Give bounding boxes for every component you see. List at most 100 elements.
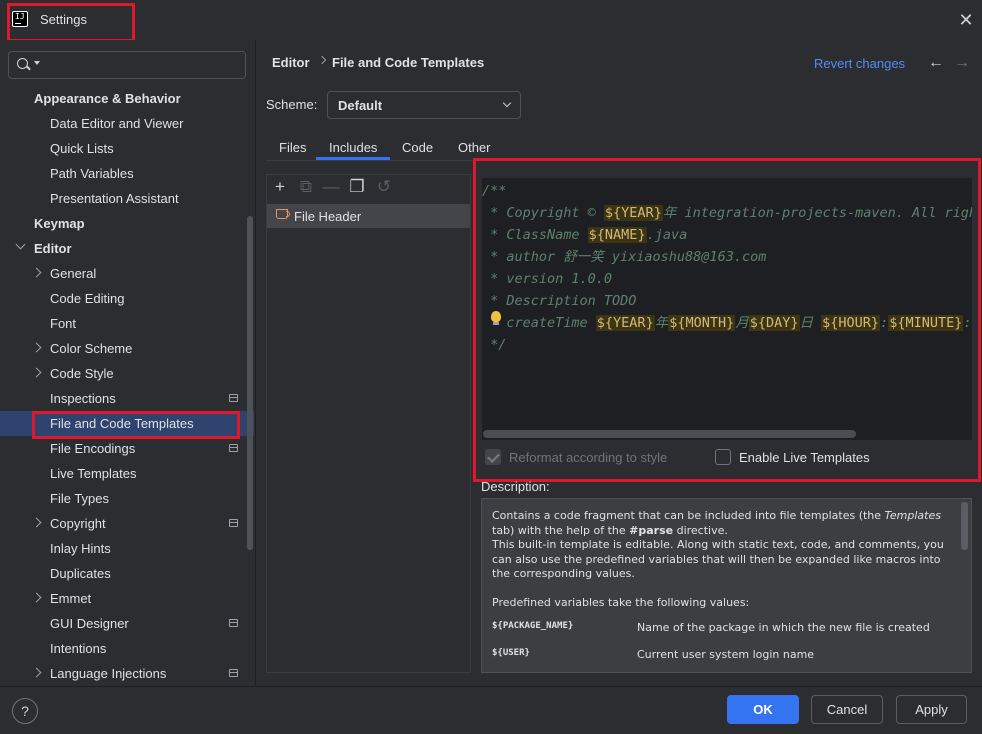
- java-cup-icon: [276, 209, 290, 219]
- live-templates-label: Enable Live Templates: [739, 450, 870, 465]
- sidebar-item-label: Path Variables: [50, 166, 134, 181]
- chevron-right-icon[interactable]: [31, 367, 42, 378]
- reformat-label: Reformat according to style: [509, 450, 668, 465]
- chevron-down-icon[interactable]: [15, 239, 26, 250]
- sidebar-item-code-style[interactable]: Code Style: [0, 361, 254, 386]
- sidebar-scrollbar[interactable]: [247, 216, 253, 550]
- tab-other[interactable]: Other: [458, 140, 491, 155]
- sidebar-item-appearance-behavior[interactable]: Appearance & Behavior: [0, 86, 254, 111]
- help-button[interactable]: ?: [12, 698, 38, 724]
- sidebar-item-live-templates[interactable]: Live Templates: [0, 461, 254, 486]
- scheme-dropdown[interactable]: Default: [327, 91, 521, 119]
- duplicate-icon[interactable]: ❐: [348, 178, 366, 196]
- back-arrow-icon[interactable]: ←: [928, 54, 944, 72]
- code-line[interactable]: * Copyright © ${YEAR}年 integration-proje…: [482, 202, 972, 224]
- forward-arrow-icon[interactable]: →: [954, 54, 970, 72]
- sidebar-item-duplicates[interactable]: Duplicates: [0, 561, 254, 586]
- reformat-checkbox[interactable]: [485, 449, 501, 465]
- sidebar-item-file-types[interactable]: File Types: [0, 486, 254, 511]
- lightbulb-icon[interactable]: [491, 311, 501, 325]
- apply-button[interactable]: Apply: [896, 695, 967, 724]
- copy-template-icon[interactable]: ⧉: [297, 178, 315, 196]
- code-line[interactable]: /**: [482, 180, 972, 202]
- sidebar-item-intentions[interactable]: Intentions: [0, 636, 254, 661]
- search-icon: [17, 58, 28, 69]
- sidebar-item-keymap[interactable]: Keymap: [0, 211, 254, 236]
- sidebar-item-label: Data Editor and Viewer: [50, 116, 184, 131]
- revert-changes-link[interactable]: Revert changes: [814, 56, 905, 71]
- code-line[interactable]: createTime ${YEAR}年${MONTH}月${DAY}日 ${HO…: [482, 312, 972, 334]
- variable-name: ${PACKAGE_NAME}: [492, 621, 574, 631]
- code-line[interactable]: * ClassName ${NAME}.java: [482, 224, 972, 246]
- sidebar-item-label: Font: [50, 316, 77, 331]
- sidebar-item-font[interactable]: Font: [0, 311, 254, 336]
- chevron-right-icon[interactable]: [31, 517, 42, 528]
- chevron-down-icon: [502, 98, 512, 108]
- code-text: :00: [963, 315, 972, 331]
- sidebar-item-data-editor-viewer[interactable]: Data Editor and Viewer: [0, 111, 254, 136]
- list-item-label[interactable]: File Header: [294, 209, 361, 224]
- ok-button[interactable]: OK: [727, 695, 799, 724]
- sidebar-item-label: Code Editing: [50, 291, 125, 306]
- chevron-right-icon[interactable]: [31, 667, 42, 678]
- sidebar-item-label: General: [50, 266, 97, 281]
- sidebar-item-path-variables[interactable]: Path Variables: [0, 161, 254, 186]
- sidebar-item-presentation-assistant[interactable]: Presentation Assistant: [0, 186, 254, 211]
- sidebar-item-inspections[interactable]: Inspections: [0, 386, 254, 411]
- sidebar-item-code-editing[interactable]: Code Editing: [0, 286, 254, 311]
- sidebar-item-copyright[interactable]: Copyright: [0, 511, 254, 536]
- code-text: */: [482, 337, 507, 353]
- search-input[interactable]: [43, 56, 239, 74]
- description-text-part: directive.: [673, 523, 728, 537]
- description-text: Contains a code fragment that can be inc…: [492, 509, 954, 624]
- sidebar-item-editor[interactable]: Editor: [0, 236, 254, 261]
- code-line[interactable]: * version 1.0.0: [482, 268, 972, 290]
- sidebar-item-language-injections[interactable]: Language Injections: [0, 661, 254, 686]
- cancel-button[interactable]: Cancel: [811, 695, 883, 724]
- sidebar-item-general[interactable]: General: [0, 261, 254, 286]
- code-text: 年 integration-projects-maven. All right: [662, 205, 972, 221]
- description-scrollbar[interactable]: [961, 502, 968, 550]
- search-options-caret-icon[interactable]: [34, 61, 40, 65]
- editor-horizontal-scrollbar[interactable]: [483, 430, 856, 438]
- sidebar-item-color-scheme[interactable]: Color Scheme: [0, 336, 254, 361]
- sidebar-item-gui-designer[interactable]: GUI Designer: [0, 611, 254, 636]
- sidebar-item-inlay-hints[interactable]: Inlay Hints: [0, 536, 254, 561]
- title-bar: IJ Settings ✕: [0, 0, 982, 40]
- description-title: Description:: [481, 479, 550, 494]
- code-text: * Copyright ©: [482, 205, 604, 221]
- code-line[interactable]: * author 舒一笑 yixiaoshu88@163.com: [482, 246, 972, 268]
- sidebar-item-file-encodings[interactable]: File Encodings: [0, 436, 254, 461]
- sidebar-item-label: Live Templates: [50, 466, 137, 481]
- description-text-part: tab) with the help of the: [492, 523, 630, 537]
- tab-code[interactable]: Code: [402, 140, 433, 155]
- search-field[interactable]: [8, 51, 246, 79]
- project-scope-icon: [229, 394, 238, 402]
- chevron-right-icon[interactable]: [31, 592, 42, 603]
- chevron-right-icon[interactable]: [31, 342, 42, 353]
- description-panel: Contains a code fragment that can be inc…: [481, 498, 972, 673]
- reset-icon[interactable]: ↺: [375, 178, 393, 196]
- sidebar-item-label: Editor: [34, 241, 72, 256]
- template-code-editor[interactable]: /** * Copyright © ${YEAR}年 integration-p…: [482, 178, 972, 440]
- sidebar-item-label: Inspections: [50, 391, 116, 406]
- sidebar-item-quick-lists[interactable]: Quick Lists: [0, 136, 254, 161]
- sidebar-item-file-code-templates[interactable]: File and Code Templates: [0, 411, 254, 436]
- live-templates-checkbox[interactable]: [715, 449, 731, 465]
- close-icon[interactable]: ✕: [956, 10, 976, 30]
- description-emphasis: Templates: [884, 509, 941, 522]
- remove-icon[interactable]: —: [322, 178, 340, 196]
- sidebar-item-label: Presentation Assistant: [50, 191, 179, 206]
- tab-includes[interactable]: Includes: [329, 140, 377, 155]
- template-variable: ${NAME}: [587, 227, 647, 243]
- tab-files[interactable]: Files: [279, 140, 306, 155]
- breadcrumb-parent[interactable]: Editor: [272, 55, 310, 70]
- code-content[interactable]: /** * Copyright © ${YEAR}年 integration-p…: [482, 180, 972, 356]
- code-line[interactable]: * Description TODO: [482, 290, 972, 312]
- template-variable: ${HOUR}: [821, 315, 881, 331]
- template-variable: ${YEAR}: [603, 205, 663, 221]
- code-line[interactable]: */: [482, 334, 972, 356]
- chevron-right-icon[interactable]: [31, 267, 42, 278]
- sidebar-item-emmet[interactable]: Emmet: [0, 586, 254, 611]
- add-icon[interactable]: +: [271, 178, 289, 196]
